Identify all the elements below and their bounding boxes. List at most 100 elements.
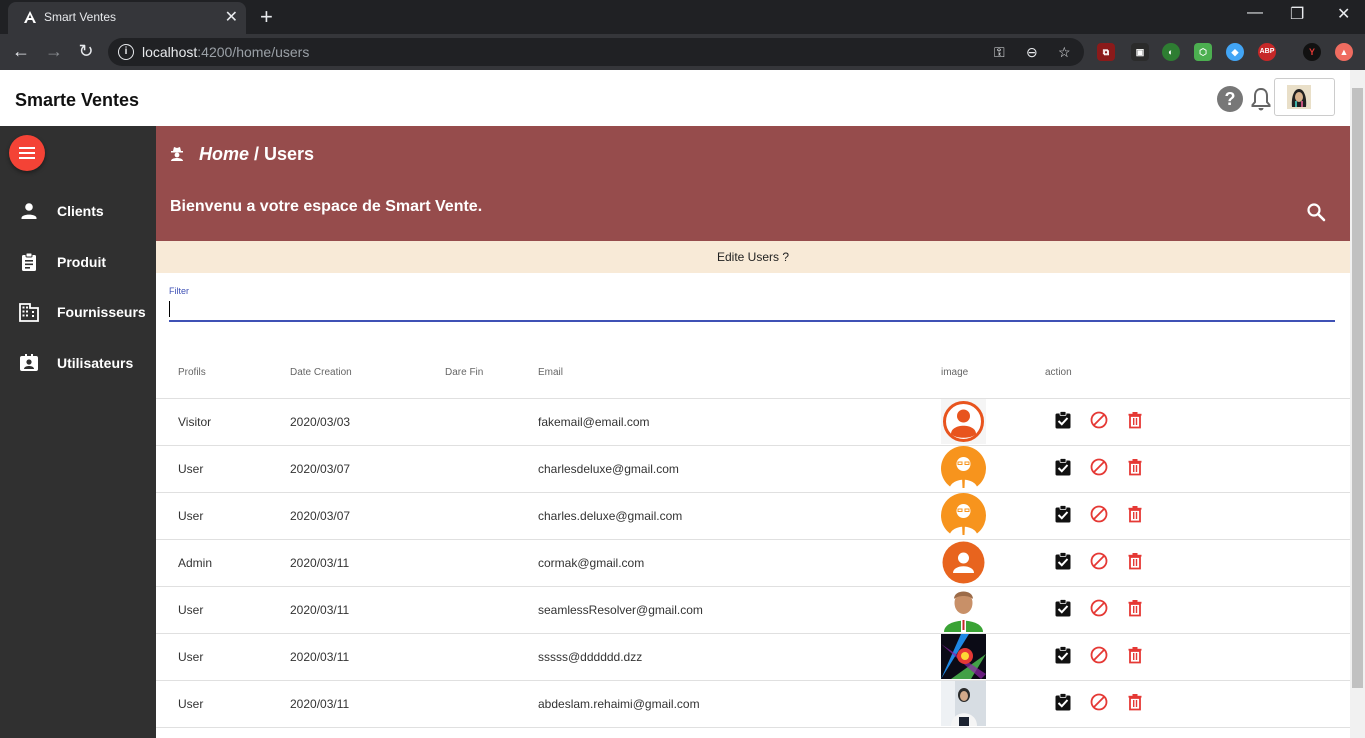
block-icon[interactable] — [1090, 411, 1108, 429]
page-scrollbar[interactable] — [1350, 70, 1365, 738]
delete-icon[interactable] — [1126, 646, 1144, 664]
cube-extension-icon[interactable]: ▣ — [1131, 43, 1149, 61]
sidebar-item-clients[interactable]: Clients — [0, 191, 156, 231]
browser-tab[interactable]: Smart Ventes ✕ — [8, 2, 246, 34]
block-icon[interactable] — [1090, 458, 1108, 476]
site-info-icon[interactable]: i — [118, 44, 134, 60]
block-icon[interactable] — [1090, 505, 1108, 523]
user-menu-button[interactable] — [1274, 78, 1335, 116]
cell-date-creation: 2020/03/11 — [290, 539, 445, 587]
new-tab-icon[interactable]: + — [260, 4, 273, 30]
menu-toggle-button[interactable] — [9, 135, 45, 171]
block-icon[interactable] — [1090, 552, 1108, 570]
filter-field[interactable]: Filter — [169, 284, 1335, 324]
cell-email: charles.deluxe@gmail.com — [538, 492, 941, 540]
delete-icon[interactable] — [1126, 411, 1144, 429]
cell-actions — [1045, 492, 1350, 540]
cell-email: sssss@dddddd.dzz — [538, 633, 941, 681]
cell-image — [941, 633, 1045, 681]
delete-icon[interactable] — [1126, 599, 1144, 617]
filter-input[interactable] — [169, 300, 1335, 322]
table-row[interactable]: User 2020/03/07 charles.deluxe@gmail.com — [156, 492, 1350, 540]
hamburger-icon — [19, 147, 35, 149]
user-image — [941, 399, 986, 444]
node-extension-icon[interactable]: ⬡ — [1194, 43, 1212, 61]
cell-image — [941, 586, 1045, 634]
header-profils[interactable]: Profils — [156, 348, 290, 399]
profile-extension-icon[interactable]: ▲ — [1335, 43, 1353, 61]
delete-icon[interactable] — [1126, 505, 1144, 523]
cell-date-fin — [445, 492, 538, 540]
delete-icon[interactable] — [1126, 458, 1144, 476]
header-image[interactable]: image — [941, 348, 1045, 399]
address-bar[interactable]: i localhost:4200/home/users ⚿ ⊖ ☆ — [108, 38, 1084, 66]
breadcrumb-separator: / — [249, 144, 265, 164]
building-icon — [19, 303, 39, 322]
block-icon[interactable] — [1090, 646, 1108, 664]
sidebar-item-fournisseurs[interactable]: Fournisseurs — [0, 292, 156, 332]
header-email[interactable]: Email — [538, 348, 941, 399]
restore-icon[interactable]: ❐ — [1290, 4, 1304, 24]
breadcrumb-current: Users — [264, 144, 315, 164]
app-header: Smarte Ventes ? — [0, 70, 1350, 126]
zoom-icon[interactable]: ⊖ — [1026, 44, 1038, 61]
assignment-check-icon[interactable] — [1054, 645, 1072, 664]
delete-icon[interactable] — [1126, 552, 1144, 570]
cell-date-fin — [445, 633, 538, 681]
table-row[interactable]: User 2020/03/07 charlesdeluxe@gmail.com — [156, 445, 1350, 493]
star-icon[interactable]: ☆ — [1058, 44, 1071, 61]
user-image — [941, 587, 986, 632]
table-row[interactable]: User 2020/03/11 sssss@dddddd.dzz — [156, 633, 1350, 681]
forward-icon[interactable]: → — [43, 40, 65, 62]
block-icon[interactable] — [1090, 599, 1108, 617]
table-row[interactable]: Admin 2020/03/11 cormak@gmail.com — [156, 539, 1350, 587]
breadcrumb-home[interactable]: Home — [199, 144, 249, 164]
adblock-icon[interactable]: ABP — [1258, 43, 1276, 61]
window-close-icon[interactable]: ✕ — [1337, 4, 1350, 24]
block-icon[interactable] — [1090, 693, 1108, 711]
search-icon[interactable] — [1306, 202, 1326, 222]
browser-toolbar: ← → ↻ i localhost:4200/home/users ⚿ ⊖ ☆ … — [0, 34, 1365, 70]
delete-icon[interactable] — [1126, 693, 1144, 711]
sidebar-item-utilisateurs[interactable]: Utilisateurs — [0, 343, 156, 383]
help-icon[interactable]: ? — [1217, 86, 1243, 112]
bell-icon[interactable] — [1249, 86, 1273, 112]
table-row[interactable]: Visitor 2020/03/03 fakemail@email.com — [156, 398, 1350, 446]
header-date-creation[interactable]: Date Creation — [290, 348, 445, 399]
close-tab-icon[interactable]: ✕ — [225, 7, 238, 27]
assignment-check-icon[interactable] — [1054, 457, 1072, 476]
header-date-fin[interactable]: Dare Fin — [445, 348, 538, 399]
cell-date-creation: 2020/03/07 — [290, 445, 445, 493]
header-action[interactable]: action — [1045, 348, 1350, 399]
cell-profil: Visitor — [156, 398, 290, 446]
assignment-check-icon[interactable] — [1054, 551, 1072, 570]
minimize-icon[interactable]: — — [1247, 4, 1263, 22]
assignment-check-icon[interactable] — [1054, 410, 1072, 429]
assignment-check-icon[interactable] — [1054, 692, 1072, 711]
cell-image — [941, 539, 1045, 587]
color-extension-icon[interactable]: ◐ — [1162, 43, 1180, 61]
scrollbar-thumb[interactable] — [1352, 88, 1363, 688]
assignment-check-icon[interactable] — [1054, 504, 1072, 523]
url-text[interactable]: localhost:4200/home/users — [142, 44, 309, 60]
cell-email: seamlessResolver@gmail.com — [538, 586, 941, 634]
cell-image — [941, 398, 1045, 446]
cell-profil: User — [156, 586, 290, 634]
cell-email: charlesdeluxe@gmail.com — [538, 445, 941, 493]
breadcrumb: Home / Users — [199, 144, 314, 165]
reload-icon[interactable]: ↻ — [75, 40, 97, 62]
back-icon[interactable]: ← — [10, 40, 32, 62]
pdf-extension-icon[interactable]: ⧉ — [1097, 43, 1115, 61]
assignment-check-icon[interactable] — [1054, 598, 1072, 617]
cell-email: fakemail@email.com — [538, 398, 941, 446]
key-icon[interactable]: ⚿ — [994, 44, 1005, 61]
yandex-icon[interactable]: Y — [1303, 43, 1321, 61]
cell-date-fin — [445, 398, 538, 446]
table-row[interactable]: User 2020/03/11 abdeslam.rehaimi@gmail.com — [156, 680, 1350, 728]
person-icon — [21, 203, 37, 219]
cell-actions — [1045, 398, 1350, 446]
sidebar-item-produit[interactable]: Produit — [0, 242, 156, 282]
edit-users-bar[interactable]: Edite Users ? — [156, 241, 1350, 273]
table-row[interactable]: User 2020/03/11 seamlessResolver@gmail.com — [156, 586, 1350, 634]
drop-extension-icon[interactable]: ◆ — [1226, 43, 1244, 61]
